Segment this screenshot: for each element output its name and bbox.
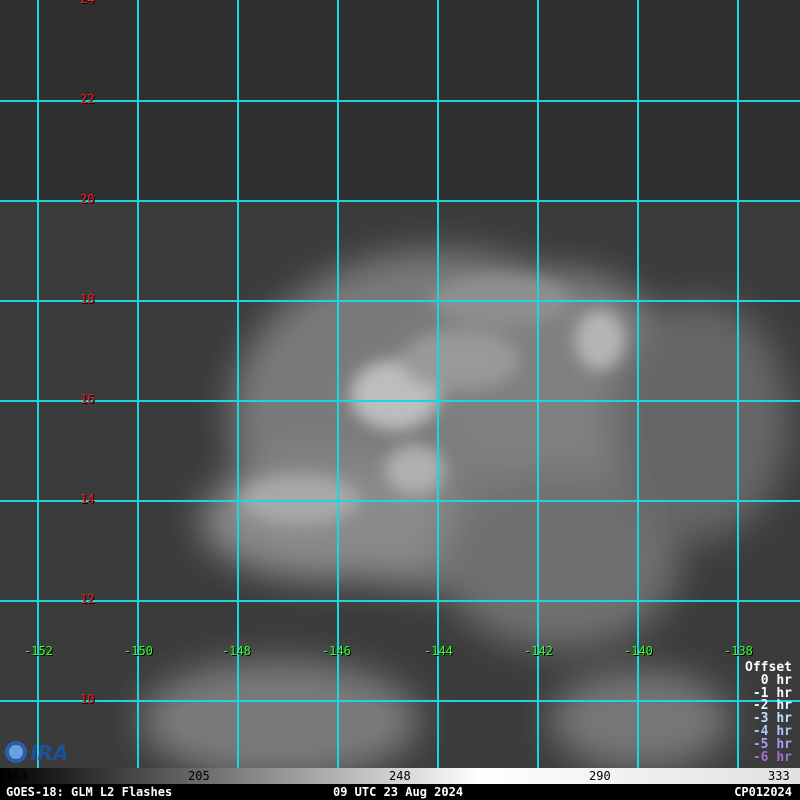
svg-text:IRA: IRA <box>30 741 68 765</box>
parallel-line <box>0 100 800 102</box>
latitude-label: 14 <box>80 492 95 506</box>
longitude-label: -140 <box>624 644 653 658</box>
colorbar-tick-label: 333 <box>768 769 790 783</box>
colorbar-tick-label: 163 <box>6 769 28 783</box>
parallel-line <box>0 700 800 702</box>
footer-timestamp: 09 UTC 23 Aug 2024 <box>333 785 464 799</box>
longitude-label: -148 <box>222 644 251 658</box>
latitude-label: 16 <box>80 392 95 406</box>
time-offset-legend: Offset 0 hr -1 hr -2 hr -3 hr -4 hr -5 hr -6 h… <box>745 661 792 765</box>
cira-logo-icon: IRA <box>5 741 68 765</box>
latitude-label: 10 <box>80 692 95 706</box>
satellite-map-view: 24 22 20 18 16 14 12 10 -152 -150 -148 -146 -144 -14… <box>0 0 800 800</box>
longitude-label: -152 <box>24 644 53 658</box>
brightness-colorbar: 163 205 248 290 333 <box>0 768 800 784</box>
parallel-line <box>0 300 800 302</box>
legend-item: -6 hr <box>752 749 792 765</box>
satellite-imagery <box>0 0 800 768</box>
parallel-line <box>0 600 800 602</box>
longitude-label: -138 <box>724 644 753 658</box>
parallel-line <box>0 400 800 402</box>
colorbar-tick-label: 248 <box>389 769 411 783</box>
latitude-label: 12 <box>80 592 95 606</box>
latitude-label: 18 <box>80 292 95 306</box>
footer-bar: GOES-18: GLM L2 Flashes 09 UTC 23 Aug 20… <box>0 784 800 800</box>
footer-product: GOES-18: GLM L2 Flashes <box>6 785 173 799</box>
colorbar-tick-label: 290 <box>589 769 611 783</box>
longitude-label: -144 <box>424 644 453 658</box>
latitude-label: 24 <box>80 0 94 6</box>
latitude-label: 20 <box>80 192 95 206</box>
longitude-label: -142 <box>524 644 553 658</box>
parallel-line <box>0 200 800 202</box>
longitude-label: -150 <box>124 644 153 658</box>
latitude-label: 22 <box>80 92 95 106</box>
colorbar-tick-label: 205 <box>188 769 210 783</box>
longitude-label: -146 <box>322 644 351 658</box>
footer-storm-id: CP012024 <box>734 785 792 799</box>
parallel-line <box>0 500 800 502</box>
